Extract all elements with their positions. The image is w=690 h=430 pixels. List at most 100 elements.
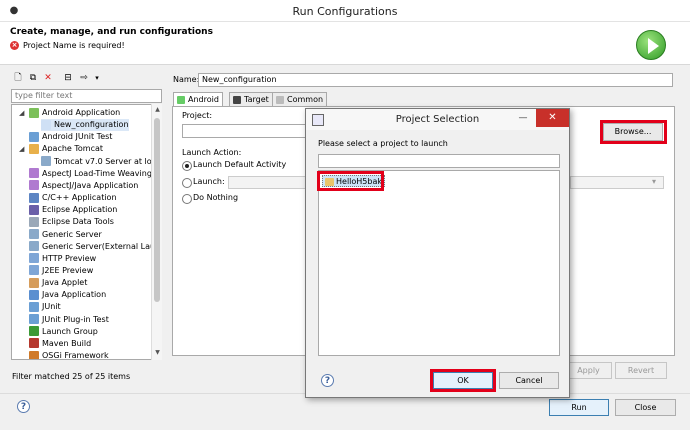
project-list[interactable]	[318, 170, 560, 356]
close-button[interactable]: Close	[615, 399, 676, 416]
junit-icon	[29, 301, 39, 312]
activity-combo[interactable]	[228, 176, 308, 189]
dialog-help-icon[interactable]: ?	[321, 374, 334, 387]
app-menu-icon[interactable]: ●	[0, 0, 28, 22]
tree-item-label: Android JUnit Test	[42, 132, 113, 142]
window-title: Run Configurations	[292, 5, 398, 18]
config-icon	[41, 119, 51, 130]
collapse-all-icon[interactable]: ⊟	[62, 72, 74, 84]
osgi-icon	[29, 350, 39, 359]
tree-item[interactable]: Maven Build	[29, 338, 91, 350]
preview-icon	[29, 265, 39, 276]
tree-item[interactable]: Java Application	[29, 289, 106, 301]
scroll-down-icon[interactable]: ▼	[153, 349, 162, 358]
tree-item-label: Eclipse Application	[42, 205, 118, 215]
tree-item-label: Android Application	[42, 108, 121, 117]
filter-status: Filter matched 25 of 25 items	[12, 372, 131, 381]
tree-item-label: AspectJ Load-Time Weaving A	[42, 168, 160, 178]
project-field[interactable]	[182, 124, 307, 138]
apply-button[interactable]: Apply	[565, 362, 612, 379]
filter-input[interactable]: type filter text	[11, 89, 162, 103]
filter-icon[interactable]: ⇨	[78, 72, 90, 84]
tree-item[interactable]: Android JUnit Test	[29, 131, 112, 143]
tab-target[interactable]: Target	[229, 92, 273, 107]
datatools-icon	[29, 216, 39, 227]
tab-common[interactable]: Common	[272, 92, 328, 107]
preview-icon	[29, 253, 39, 264]
minimize-icon[interactable]: —	[512, 109, 534, 127]
junit-icon	[29, 314, 39, 325]
tree-item[interactable]: J2EE Preview	[29, 265, 93, 277]
cancel-button[interactable]: Cancel	[499, 372, 559, 389]
tree-item[interactable]: Tomcat v7.0 Server at loca	[41, 156, 161, 168]
dialog-app-icon	[312, 114, 324, 126]
chevron-down-icon[interactable]: ▾	[652, 177, 656, 186]
tree-item[interactable]: ◢ Apache Tomcat	[19, 143, 103, 155]
tree-item[interactable]: C/C++ Application	[29, 192, 117, 204]
tree-item-label: JUnit Plug-in Test	[42, 314, 109, 324]
tree-item[interactable]: AspectJ/Java Application	[29, 180, 138, 192]
tree-item-label: Maven Build	[42, 338, 92, 348]
radio-launch[interactable]	[182, 178, 192, 188]
highlight-box-ok	[430, 369, 496, 392]
server-icon	[29, 241, 39, 252]
android-icon	[29, 107, 39, 118]
tree-item[interactable]: JUnit Plug-in Test	[29, 314, 109, 326]
new-config-icon[interactable]: 🗋	[12, 72, 24, 84]
tree-item[interactable]: Eclipse Application	[29, 204, 117, 216]
maven-icon	[29, 338, 39, 349]
tree-item[interactable]: Eclipse Data Tools	[29, 216, 114, 228]
tree-item[interactable]: Generic Server(External Launch	[29, 241, 161, 253]
tree-item[interactable]: ◢ Android Application	[19, 107, 121, 119]
server-icon	[41, 156, 51, 167]
tree-item-label: JUnit	[42, 302, 61, 312]
tree-item[interactable]: OSGi Framework	[29, 350, 109, 359]
revert-button[interactable]: Revert	[615, 362, 667, 379]
duplicate-icon[interactable]: ⧉	[27, 72, 39, 84]
tree-item[interactable]: JUnit	[29, 301, 61, 313]
run-banner-icon	[636, 30, 666, 60]
chevron-down-icon[interactable]: ▾	[91, 72, 103, 84]
dialog-close-icon[interactable]: ✕	[536, 109, 569, 127]
tree-item[interactable]: Java Applet	[29, 277, 87, 289]
aspectj-icon	[29, 180, 39, 191]
tree-item[interactable]: Launch Group	[29, 326, 98, 338]
tree-item-label: Java Application	[42, 290, 107, 300]
tree-item-label: Generic Server	[42, 229, 102, 239]
highlight-box-browse	[600, 120, 667, 144]
tree-item[interactable]: New_configuration	[41, 119, 129, 132]
dialog-prompt: Please select a project to launch	[318, 139, 448, 148]
expand-icon[interactable]: ◢	[19, 143, 24, 155]
tree-item[interactable]: AspectJ Load-Time Weaving A	[29, 168, 160, 180]
cpp-icon	[29, 192, 39, 203]
tree-item-label: AspectJ/Java Application	[42, 180, 139, 190]
tree-item-label: C/C++ Application	[42, 193, 117, 203]
project-filter-input[interactable]	[318, 154, 560, 168]
common-icon	[276, 95, 284, 104]
expand-icon[interactable]: ◢	[19, 107, 24, 119]
scroll-thumb[interactable]	[154, 118, 160, 302]
dialog-header: Create, manage, and run configurations ×…	[0, 22, 690, 65]
tree-item[interactable]: HTTP Preview	[29, 253, 96, 265]
title-bar: Run Configurations ●	[0, 0, 690, 22]
activity-combo-right[interactable]	[570, 176, 664, 189]
help-icon[interactable]: ?	[17, 400, 30, 413]
tree-item-label: J2EE Preview	[42, 265, 94, 275]
name-field[interactable]: New_configuration	[198, 73, 673, 87]
launch-icon	[29, 326, 39, 337]
tree-item-label: New_configuration	[54, 120, 129, 130]
delete-icon[interactable]: ✕	[42, 72, 54, 84]
scroll-up-icon[interactable]: ▲	[153, 106, 162, 115]
tree-item-label: Java Applet	[42, 278, 88, 288]
tree-item[interactable]: Generic Server	[29, 229, 102, 241]
run-button[interactable]: Run	[549, 399, 609, 416]
config-tree[interactable]: ◢ Android Application New_configuration And…	[11, 104, 162, 360]
server-icon	[29, 229, 39, 239]
radio-do-nothing[interactable]	[182, 194, 192, 204]
junit-icon	[29, 131, 39, 142]
android-icon	[177, 95, 185, 104]
tree-scrollbar[interactable]: ▲ ▼	[151, 104, 162, 360]
launch-action-label: Launch Action:	[182, 148, 242, 157]
name-label: Name:	[173, 75, 200, 84]
radio-default-activity[interactable]	[182, 161, 192, 171]
